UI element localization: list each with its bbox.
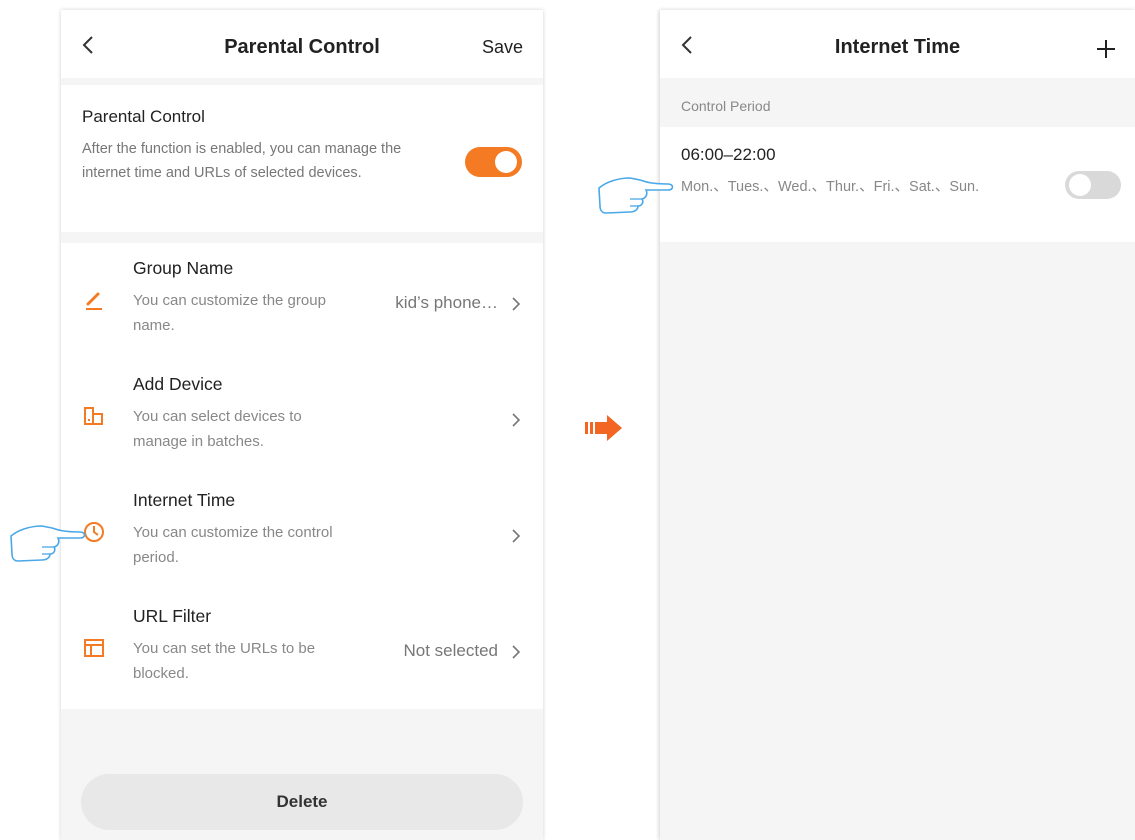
- parental-control-screen: Parental Control Save Parental Control A…: [61, 10, 543, 840]
- group-name-value: kid’s phone…: [395, 293, 498, 312]
- url-filter-row[interactable]: URL Filter You can set the URLs to be bl…: [61, 591, 543, 707]
- add-device-row[interactable]: Add Device You can select devices to man…: [61, 359, 543, 475]
- plus-icon[interactable]: [1095, 38, 1117, 60]
- parental-control-section: Parental Control After the function is e…: [61, 85, 543, 232]
- browser-window-icon: [84, 639, 104, 657]
- chevron-right-icon: [512, 413, 521, 427]
- settings-list: Group Name You can customize the group n…: [61, 243, 543, 709]
- page-title: Internet Time: [834, 36, 961, 58]
- delete-button[interactable]: Delete: [81, 774, 523, 830]
- add-device-description: You can select devices to manage in batc…: [133, 408, 302, 450]
- page-title: Parental Control: [224, 36, 380, 58]
- toggle-knob: [1069, 174, 1091, 196]
- arrow-right-icon: [585, 415, 622, 441]
- chevron-right-icon: [512, 297, 521, 311]
- parental-control-description: After the function is enabled, you can m…: [82, 141, 402, 181]
- chevron-right-icon: [512, 645, 521, 659]
- group-name-row[interactable]: Group Name You can customize the group n…: [61, 243, 543, 359]
- devices-icon: [84, 407, 103, 425]
- add-device-title: Add Device: [133, 374, 223, 394]
- nav-bar: Internet Time: [660, 10, 1135, 78]
- chevron-right-icon: [512, 529, 521, 543]
- parental-control-toggle[interactable]: [465, 147, 522, 177]
- url-filter-description: You can set the URLs to be blocked.: [133, 640, 316, 682]
- nav-bar: Parental Control Save: [61, 10, 543, 78]
- pencil-icon: [86, 292, 102, 310]
- internet-time-row[interactable]: Internet Time You can customize the cont…: [61, 475, 543, 591]
- pointing-hand-icon: [10, 525, 86, 562]
- group-name-description: You can customize the group name.: [133, 292, 326, 334]
- toggle-knob: [495, 151, 517, 173]
- internet-time-title: Internet Time: [133, 490, 236, 510]
- internet-time-description: You can customize the control period.: [133, 524, 333, 566]
- internet-time-screen: Internet Time Control Period 06:00–22:00…: [660, 10, 1135, 840]
- control-period-item[interactable]: 06:00–22:00 Mon.、Tues.、Wed.、Thur.、Fri.、S…: [660, 127, 1135, 242]
- group-name-title: Group Name: [133, 258, 234, 278]
- save-button[interactable]: Save: [482, 37, 523, 58]
- period-toggle[interactable]: [1065, 171, 1121, 199]
- section-label: Control Period: [681, 98, 771, 114]
- pointing-hand-icon: [598, 177, 674, 214]
- period-time: 06:00–22:00: [681, 145, 776, 164]
- parental-control-title: Parental Control: [82, 107, 205, 126]
- period-days: Mon.、Tues.、Wed.、Thur.、Fri.、Sat.、Sun.: [681, 179, 980, 195]
- url-filter-value: Not selected: [403, 641, 499, 660]
- url-filter-title: URL Filter: [133, 606, 212, 626]
